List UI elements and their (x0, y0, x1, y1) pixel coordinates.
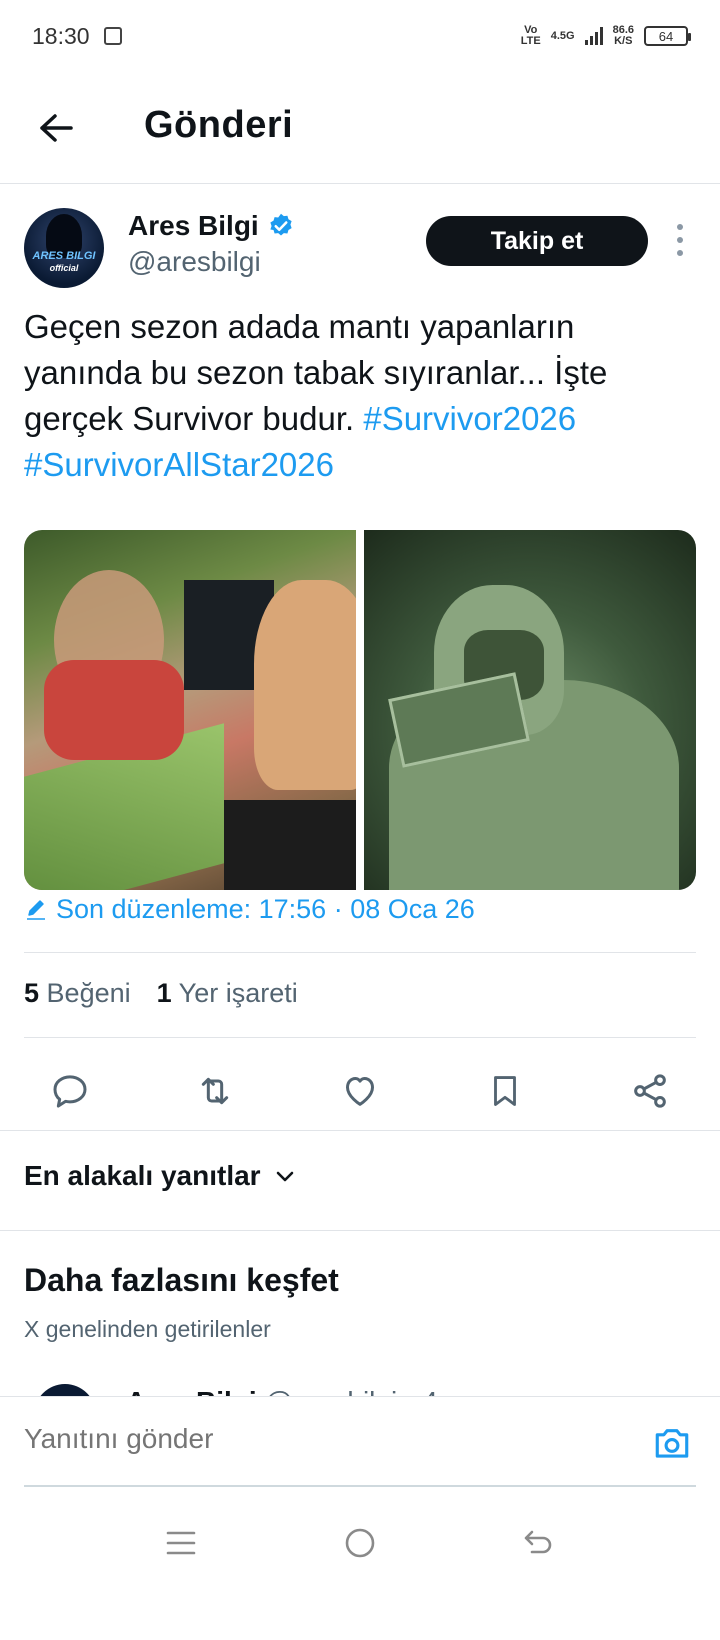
author-handle[interactable]: @aresbilgi (128, 246, 261, 278)
verified-badge-icon (270, 213, 292, 236)
retweet-icon (201, 1077, 229, 1105)
menu-icon (166, 1531, 196, 1555)
avatar-logo-subtext: official (49, 263, 79, 273)
section-divider (0, 1130, 720, 1131)
media-image-1[interactable] (24, 530, 356, 890)
author-name[interactable]: Ares Bilgi (128, 210, 295, 242)
edit-info-text: Son düzenleme: 17:56 · 08 Oca 26 (56, 894, 475, 924)
page-title: Gönderi (144, 104, 294, 146)
reply-icon (53, 1075, 87, 1108)
reply-sort-dropdown[interactable]: En alakalı yanıtlar (24, 1160, 297, 1192)
discover-title: Daha fazlasını keşfet (24, 1262, 339, 1298)
media-gallery (24, 530, 696, 890)
status-indicators: Vo LTE 4.5G 86.6 K/S 64 (520, 24, 691, 47)
network-speed: 86.6 K/S (612, 24, 634, 47)
avatar[interactable]: ARES BILGI official (24, 208, 104, 288)
top-app-bar: Gönderi (0, 72, 720, 184)
recent-apps-button[interactable] (156, 1518, 206, 1568)
camera-icon (655, 1429, 689, 1458)
post-text: Geçen sezon adada mantı yapanların yanın… (24, 304, 700, 488)
author-name-text: Ares Bilgi (128, 210, 259, 241)
hashtag-survivor2026[interactable]: #Survivor2026 (363, 400, 576, 437)
network-generation: 4.5G (550, 29, 575, 42)
divider (24, 952, 696, 953)
action-bar (24, 1056, 696, 1126)
media-image-2[interactable] (364, 530, 696, 890)
bookmark-icon (494, 1076, 516, 1106)
edit-history-link[interactable]: Son düzenleme: 17:56 · 08 Oca 26 (24, 894, 475, 925)
engagement-stats: 5 Beğeni 1 Yer işareti (24, 978, 298, 1009)
status-bar: 18:30 Vo LTE 4.5G 86.6 K/S 64 (0, 0, 720, 72)
divider (24, 1037, 696, 1038)
reply-sort-label: En alakalı yanıtlar (24, 1160, 261, 1191)
bookmarks-stat[interactable]: 1 Yer işareti (157, 978, 298, 1009)
status-time: 18:30 (32, 22, 90, 49)
hashtag-survivorallstar2026[interactable]: #SurvivorAllStar2026 (24, 446, 334, 483)
home-button[interactable] (335, 1518, 385, 1568)
pencil-icon (27, 899, 45, 920)
discover-subtitle: X genelinden getirilenler (24, 1316, 271, 1342)
follow-button[interactable]: Takip et (426, 216, 648, 266)
back-nav-button[interactable] (514, 1518, 564, 1568)
more-options-icon[interactable] (670, 220, 690, 260)
notification-icon (103, 27, 122, 45)
avatar-logo-text: ARES BILGI (32, 250, 96, 262)
peek-author: Ares Bilgi @aresbilgi · 4 sa (126, 1386, 475, 1396)
bookmark-button[interactable] (483, 1069, 527, 1113)
reply-input[interactable] (24, 1423, 584, 1455)
reply-button[interactable] (48, 1069, 92, 1113)
system-navigation-bar (0, 1488, 720, 1640)
like-button[interactable] (338, 1069, 382, 1113)
battery-icon: 64 (644, 26, 691, 46)
next-post-peek[interactable]: Ares Bilgi @aresbilgi · 4 sa (0, 1378, 720, 1396)
share-button[interactable] (628, 1069, 672, 1113)
back-button[interactable] (34, 106, 78, 150)
arrow-left-icon (40, 114, 73, 142)
retweet-button[interactable] (193, 1069, 237, 1113)
camera-button[interactable] (650, 1423, 694, 1463)
back-curve-icon (524, 1530, 552, 1554)
chevron-down-icon (276, 1171, 293, 1182)
volte-indicator: Vo LTE (520, 24, 541, 47)
signal-icon (584, 27, 603, 45)
reply-composer (0, 1396, 720, 1488)
likes-stat[interactable]: 5 Beğeni (24, 978, 131, 1009)
like-icon (346, 1077, 374, 1106)
reply-underline (24, 1485, 696, 1487)
avatar (34, 1384, 96, 1396)
section-divider (0, 1230, 720, 1231)
share-icon (634, 1074, 666, 1108)
circle-icon (345, 1528, 375, 1558)
